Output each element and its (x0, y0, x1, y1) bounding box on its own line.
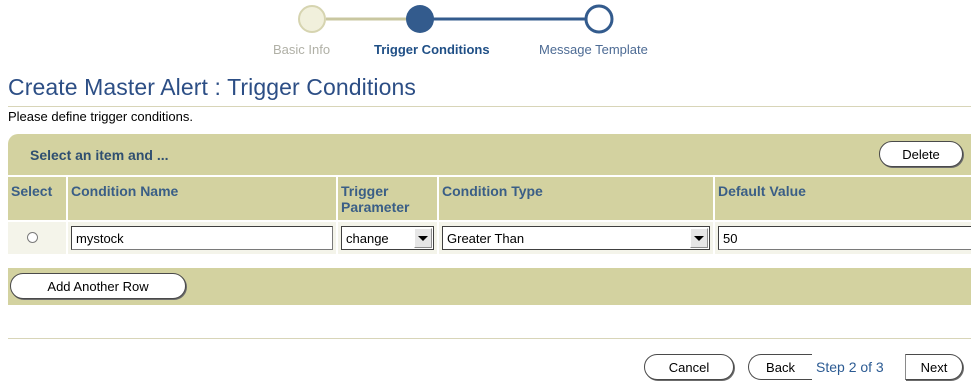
step-train-graphic (298, 4, 614, 34)
chevron-down-icon[interactable] (414, 228, 432, 248)
table-control-bar: Select an item and ... Delete (8, 134, 971, 175)
table-header-row: Select Condition Name Trigger Parameter … (8, 177, 971, 221)
step-train: Basic Info Trigger Conditions Message Te… (0, 0, 971, 62)
back-button[interactable]: Back (748, 354, 812, 380)
table-control-title: Select an item and ... (30, 147, 169, 163)
page-instruction: Please define trigger conditions. (8, 109, 194, 124)
column-header-select: Select (8, 177, 68, 221)
condition-name-input[interactable] (71, 226, 333, 250)
default-value-input[interactable] (718, 226, 971, 250)
select-cell (8, 220, 68, 254)
step-label-trigger-conditions: Trigger Conditions (374, 42, 490, 57)
add-another-row-button[interactable]: Add Another Row (10, 273, 186, 299)
step-current-icon (406, 5, 434, 33)
condition-type-select[interactable]: Greater Than (442, 226, 710, 250)
column-header-condition-type: Condition Type (438, 177, 715, 221)
page-title: Create Master Alert : Trigger Conditions (8, 74, 416, 100)
add-row-bar: Add Another Row (8, 268, 971, 305)
chevron-down-icon[interactable] (690, 228, 708, 248)
row-select-radio[interactable] (27, 231, 38, 243)
step-label-message-template[interactable]: Message Template (539, 42, 648, 57)
table-row: change Greater Than (8, 220, 971, 254)
next-button[interactable]: Next (905, 354, 963, 380)
column-header-condition-name: Condition Name (67, 177, 338, 221)
column-header-default-value: Default Value (714, 177, 971, 221)
step-indicator-text: Step 2 of 3 (816, 359, 884, 375)
condition-type-value: Greater Than (447, 230, 525, 246)
trigger-parameter-cell: change (337, 220, 439, 254)
trigger-parameter-select[interactable]: change (341, 226, 434, 250)
step-done-icon (298, 5, 326, 33)
step-label-basic-info[interactable]: Basic Info (273, 42, 330, 57)
cancel-button[interactable]: Cancel (644, 354, 734, 380)
default-value-cell (714, 220, 971, 254)
step-next-icon (584, 4, 614, 34)
condition-type-cell: Greater Than (438, 220, 715, 254)
footer-divider (8, 338, 971, 339)
delete-button[interactable]: Delete (879, 141, 963, 167)
title-divider (8, 106, 971, 107)
conditions-table: Select Condition Name Trigger Parameter … (8, 177, 971, 254)
column-header-trigger-parameter: Trigger Parameter (337, 177, 439, 221)
condition-name-cell (67, 220, 338, 254)
trigger-parameter-value: change (346, 230, 389, 246)
